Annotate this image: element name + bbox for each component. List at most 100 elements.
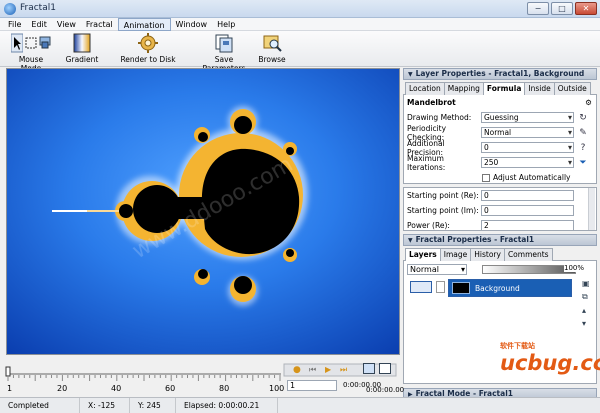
formula-properties: Mandelbrot ⚙ Drawing Method: Guessing ↻ … xyxy=(403,95,597,184)
zoom-select-icon xyxy=(25,37,37,49)
layer-tabs: Location Mapping Formula Inside Outside xyxy=(403,82,597,96)
status-x: X: -125 xyxy=(80,398,130,413)
tick-label-100: 100 xyxy=(269,384,285,393)
render-label: Render to Disk xyxy=(120,55,176,64)
start-re-label: Starting point (Re): xyxy=(407,191,479,200)
tab-outside[interactable]: Outside xyxy=(553,82,591,95)
pointer-icon xyxy=(11,33,23,53)
menu-window[interactable]: Window xyxy=(171,18,213,31)
blend-mode-select[interactable]: Normal ▾ xyxy=(407,264,467,275)
menu-fractal[interactable]: Fractal xyxy=(81,18,118,31)
chevron-down-icon: ▾ xyxy=(460,265,465,274)
browse-label: Browse xyxy=(258,55,286,64)
tab-mapping[interactable]: Mapping xyxy=(443,82,484,95)
opacity-value: 100% xyxy=(564,264,585,272)
start-re-input[interactable]: 0 xyxy=(481,190,574,201)
power-re-label: Power (Re): xyxy=(407,221,450,230)
mouse-mode-button[interactable]: Mouse Mode xyxy=(8,33,54,73)
tick-label-20: 20 xyxy=(57,384,68,393)
gear-icon xyxy=(138,33,158,53)
tab-inside[interactable]: Inside xyxy=(524,82,555,95)
browse-button[interactable]: Browse xyxy=(256,33,288,64)
render-to-disk-button[interactable]: Render to Disk xyxy=(120,33,176,64)
tick-label-40: 40 xyxy=(111,384,122,393)
render-frame-icon[interactable] xyxy=(363,363,375,374)
start-im-input[interactable]: 0 xyxy=(481,205,574,216)
move-down-icon[interactable]: ▾ xyxy=(582,319,593,328)
save-params-icon xyxy=(215,34,233,53)
play-icon[interactable]: ▶ xyxy=(325,365,331,374)
status-bar: Completed X: -125 Y: 245 Elapsed: 0:00:0… xyxy=(0,397,600,413)
expand-icon[interactable]: ⏷ xyxy=(577,158,589,168)
start-im-label: Starting point (Im): xyxy=(407,206,479,215)
adjust-auto-checkbox[interactable] xyxy=(482,173,490,182)
collapse-arrow-icon: ▼ xyxy=(408,237,413,244)
formula-browse-icon[interactable]: ⚙ xyxy=(585,98,592,107)
save-parameters-button[interactable]: Save Parameters xyxy=(196,33,252,73)
forward-icon[interactable]: ⏭ xyxy=(340,365,347,375)
formula-parameters: Starting point (Re): 0 Starting point (I… xyxy=(403,187,597,231)
timeline-thumb[interactable] xyxy=(5,366,11,377)
collapse-arrow-icon: ▼ xyxy=(408,71,413,78)
max-iterations-select[interactable]: 250 xyxy=(481,157,574,168)
new-layer-icon[interactable]: ▣ xyxy=(582,279,593,288)
status-y: Y: 245 xyxy=(130,398,176,413)
animation-timeline: 1 20 40 60 80 100 ● ⏮ ▶ ⏭ 1 0:00:00.00 xyxy=(3,360,400,398)
toolbar: Mouse Mode Gradient Render to Disk Save … xyxy=(0,31,600,73)
menu-file[interactable]: File xyxy=(3,18,26,31)
tab-formula[interactable]: Formula xyxy=(482,82,526,96)
tab-layers[interactable]: Layers xyxy=(405,248,441,262)
tab-location[interactable]: Location xyxy=(405,82,445,95)
menu-help[interactable]: Help xyxy=(212,18,240,31)
layer-visibility-icon[interactable] xyxy=(410,281,432,293)
tick-label-1: 1 xyxy=(7,384,13,393)
app-icon xyxy=(4,3,16,15)
tab-image[interactable]: Image xyxy=(439,248,472,261)
status-spacer xyxy=(278,398,600,413)
refresh-icon[interactable]: ↻ xyxy=(577,113,589,123)
menu-animation[interactable]: Animation xyxy=(117,18,171,31)
fractal-canvas[interactable]: www.ddooo.com xyxy=(6,68,400,355)
browse-icon xyxy=(263,35,282,52)
layer-thumbnail xyxy=(452,282,470,294)
layer-properties-header[interactable]: ▼ Layer Properties - Fractal1, Background xyxy=(403,68,597,80)
minimize-button[interactable]: − xyxy=(527,2,549,15)
status-elapsed: Elapsed: 0:00:00.21 xyxy=(176,398,278,413)
opacity-slider[interactable] xyxy=(482,265,576,274)
maximize-button[interactable]: □ xyxy=(551,2,573,15)
pan-icon xyxy=(39,36,51,49)
gradient-icon xyxy=(73,33,91,53)
watermark-logo: 软件下载站 ucbug.cc xyxy=(500,335,600,385)
rewind-icon[interactable]: ⏮ xyxy=(309,365,316,375)
close-button[interactable]: ✕ xyxy=(575,2,597,15)
tab-comments[interactable]: Comments xyxy=(503,248,553,261)
layer-name: Background xyxy=(475,284,520,293)
layer-row-background[interactable]: Background xyxy=(448,279,572,297)
tab-history[interactable]: History xyxy=(470,248,505,261)
power-re-input[interactable]: 2 xyxy=(481,220,574,230)
gradient-button[interactable]: Gradient xyxy=(64,33,100,64)
edit-icon[interactable]: ✎ xyxy=(577,128,589,138)
frame-input[interactable]: 1 xyxy=(287,380,337,391)
params-scrollbar[interactable] xyxy=(588,188,595,230)
time-display-bottom: 0:00:00.00 xyxy=(366,386,405,394)
layer-lock-checkbox[interactable] xyxy=(436,281,445,293)
tick-label-60: 60 xyxy=(165,384,176,393)
menu-bar: File Edit View Fractal Animation Window … xyxy=(0,18,600,31)
layer-properties-title: Layer Properties - Fractal1, Background xyxy=(415,69,585,78)
menu-edit[interactable]: Edit xyxy=(26,18,52,31)
max-iterations-label: Maximum Iterations: xyxy=(407,153,446,172)
drawing-method-select[interactable]: Guessing xyxy=(481,112,574,123)
record-icon[interactable]: ● xyxy=(293,365,301,375)
help-icon[interactable]: ? xyxy=(577,143,589,153)
drawing-method-label: Drawing Method: xyxy=(407,113,472,122)
settings-icon[interactable] xyxy=(379,363,391,374)
adjust-auto-label: Adjust Automatically xyxy=(493,173,571,182)
precision-select[interactable]: 0 xyxy=(481,142,574,153)
fractal-properties-title: Fractal Properties - Fractal1 xyxy=(415,235,535,244)
duplicate-layer-icon[interactable]: ⧉ xyxy=(582,292,593,302)
periodicity-select[interactable]: Normal xyxy=(481,127,574,138)
move-up-icon[interactable]: ▴ xyxy=(582,306,593,315)
menu-view[interactable]: View xyxy=(52,18,81,31)
fractal-properties-header[interactable]: ▼ Fractal Properties - Fractal1 xyxy=(403,234,597,246)
